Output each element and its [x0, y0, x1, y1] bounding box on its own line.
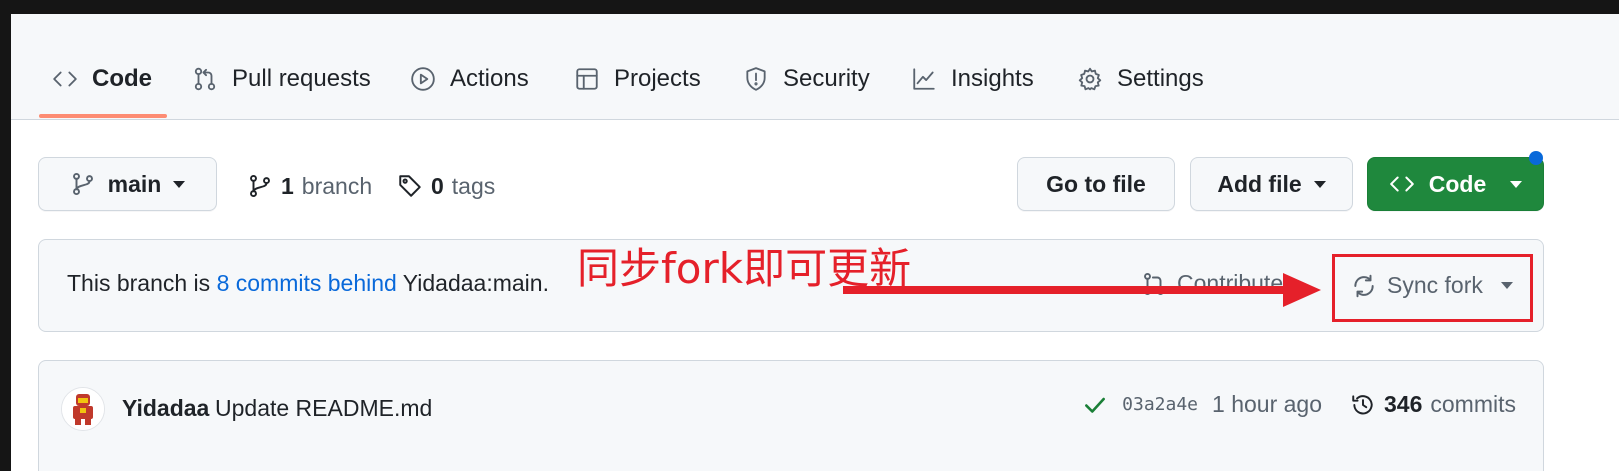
- git-branch-icon: [250, 174, 270, 198]
- check-icon[interactable]: [1082, 392, 1108, 418]
- tab-actions-label: Actions: [450, 65, 529, 92]
- go-to-file-label: Go to file: [1046, 170, 1146, 197]
- tab-code[interactable]: Code: [52, 61, 152, 97]
- chevron-down-icon: [1500, 282, 1513, 289]
- contribute-label: Contribute: [1177, 270, 1284, 296]
- sync-icon: [1354, 274, 1374, 297]
- commit-author[interactable]: Yidadaa: [122, 395, 209, 422]
- history-icon: [1352, 394, 1373, 414]
- code-icon: [1389, 176, 1414, 192]
- commit-count: 346: [1384, 391, 1423, 417]
- tab-insights-label: Insights: [951, 65, 1034, 92]
- branch-name: main: [107, 170, 162, 197]
- tab-settings-label: Settings: [1117, 65, 1204, 92]
- sync-fork-highlight: Sync fork: [1332, 254, 1533, 322]
- chevron-down-icon: [1313, 180, 1326, 188]
- repository-page: Code Pull requests Actions Projects Secu…: [11, 14, 1619, 471]
- chevron-down-icon: [173, 180, 186, 188]
- tab-projects[interactable]: Projects: [574, 61, 701, 97]
- tab-code-label: Code: [92, 65, 152, 92]
- active-tab-underline: [39, 114, 167, 118]
- tab-settings[interactable]: Settings: [1077, 61, 1204, 97]
- tab-pull-requests[interactable]: Pull requests: [192, 61, 371, 97]
- go-to-file-button[interactable]: Go to file: [1017, 157, 1175, 211]
- sync-fork-button[interactable]: Sync fork: [1351, 272, 1513, 299]
- git-pull-request-icon: [194, 67, 216, 91]
- fork-status-text: This branch is 8 commits behind Yidadaa:…: [67, 270, 549, 297]
- table-icon: [576, 68, 598, 90]
- commit-time: 1 hour ago: [1212, 391, 1322, 417]
- shield-icon: [746, 67, 766, 91]
- tab-projects-label: Projects: [614, 65, 701, 92]
- tab-security-label: Security: [783, 65, 870, 92]
- branches-link[interactable]: 1 branch: [247, 169, 372, 203]
- commit-word: commits: [1430, 391, 1516, 417]
- tag-word: tags: [451, 172, 496, 199]
- latest-commit-box: Yidadaa Update README.md 03a2a4e 1 hour …: [38, 360, 1544, 471]
- tab-actions[interactable]: Actions: [410, 61, 529, 97]
- add-file-label: Add file: [1217, 170, 1302, 197]
- git-branch-icon: [72, 172, 93, 196]
- tab-insights[interactable]: Insights: [911, 61, 1034, 97]
- branch-count: 1: [281, 172, 294, 199]
- commit-sha[interactable]: 03a2a4e: [1122, 394, 1198, 415]
- git-pull-request-icon: [1144, 272, 1164, 295]
- tag-icon: [399, 175, 421, 197]
- graph-icon: [913, 68, 935, 90]
- branch-word: branch: [301, 172, 373, 199]
- gear-icon: [1078, 67, 1102, 91]
- avatar-image: [62, 388, 104, 430]
- commit-message[interactable]: Update README.md: [215, 395, 432, 422]
- notification-dot: [1529, 151, 1543, 165]
- branch-select-button[interactable]: main: [38, 157, 217, 211]
- tab-security[interactable]: Security: [743, 61, 870, 97]
- repo-nav: Code Pull requests Actions Projects Secu…: [11, 14, 1619, 120]
- banner-prefix: This branch is: [67, 270, 217, 296]
- commit-meta: 03a2a4e 1 hour ago 346 commits: [1082, 391, 1516, 418]
- code-icon: [53, 71, 77, 87]
- chevron-down-icon: [1510, 180, 1523, 188]
- code-dropdown-button[interactable]: Code: [1367, 157, 1544, 211]
- add-file-button[interactable]: Add file: [1190, 157, 1353, 211]
- tags-link[interactable]: 0 tags: [397, 169, 495, 203]
- commit-history-link[interactable]: 346 commits: [1350, 391, 1516, 418]
- tab-pull-requests-label: Pull requests: [232, 65, 371, 92]
- tag-count: 0: [431, 172, 444, 199]
- commits-behind-link[interactable]: 8 commits behind: [217, 270, 397, 296]
- code-button-label: Code: [1428, 170, 1487, 197]
- avatar[interactable]: [61, 387, 105, 431]
- contribute-button[interactable]: Contribute: [1141, 270, 1283, 297]
- annotation-label: 同步fork即可更新: [577, 244, 912, 293]
- sync-fork-label: Sync fork: [1387, 272, 1483, 298]
- banner-suffix: Yidadaa:main.: [396, 270, 549, 296]
- play-icon: [411, 67, 435, 91]
